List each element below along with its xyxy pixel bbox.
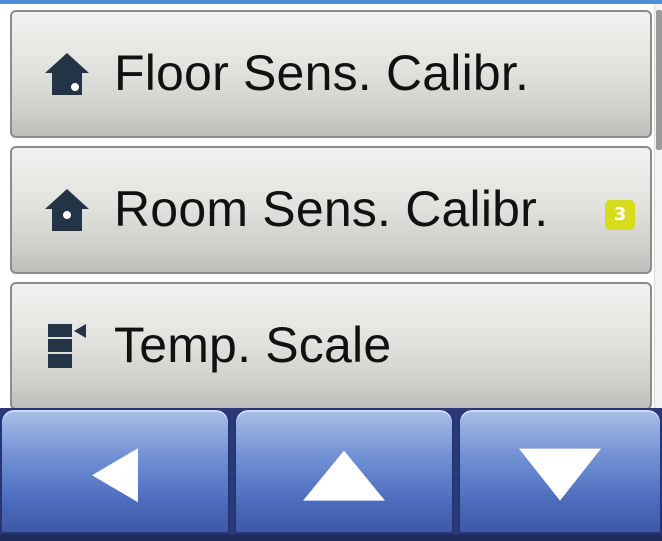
house-icon bbox=[42, 49, 92, 99]
settings-screen: Floor Sens. Calibr. Room Sens. Calibr. 3… bbox=[0, 0, 662, 541]
menu-item-label: Temp. Scale bbox=[114, 316, 392, 373]
step-badge: 3 bbox=[605, 200, 635, 230]
bottom-strip bbox=[0, 534, 662, 541]
arrow-left-icon bbox=[92, 448, 138, 503]
house-icon bbox=[42, 185, 92, 235]
scroll-down-button[interactable] bbox=[458, 408, 662, 534]
top-frame bbox=[0, 0, 662, 4]
menu-item-room-sensor-calibration[interactable]: Room Sens. Calibr. 3 bbox=[10, 146, 652, 274]
temp-scale-icon bbox=[42, 321, 92, 371]
menu-item-temp-scale[interactable]: Temp. Scale bbox=[10, 282, 652, 410]
scrollbar-thumb[interactable] bbox=[656, 10, 662, 150]
menu-item-label: Room Sens. Calibr. bbox=[114, 180, 549, 237]
scroll-up-button[interactable] bbox=[234, 408, 454, 534]
menu-item-label: Floor Sens. Calibr. bbox=[114, 44, 530, 101]
arrow-up-icon bbox=[303, 450, 385, 501]
back-button[interactable] bbox=[0, 408, 230, 534]
arrow-down-icon bbox=[519, 448, 601, 501]
menu-item-floor-sensor-calibration[interactable]: Floor Sens. Calibr. bbox=[10, 10, 652, 138]
